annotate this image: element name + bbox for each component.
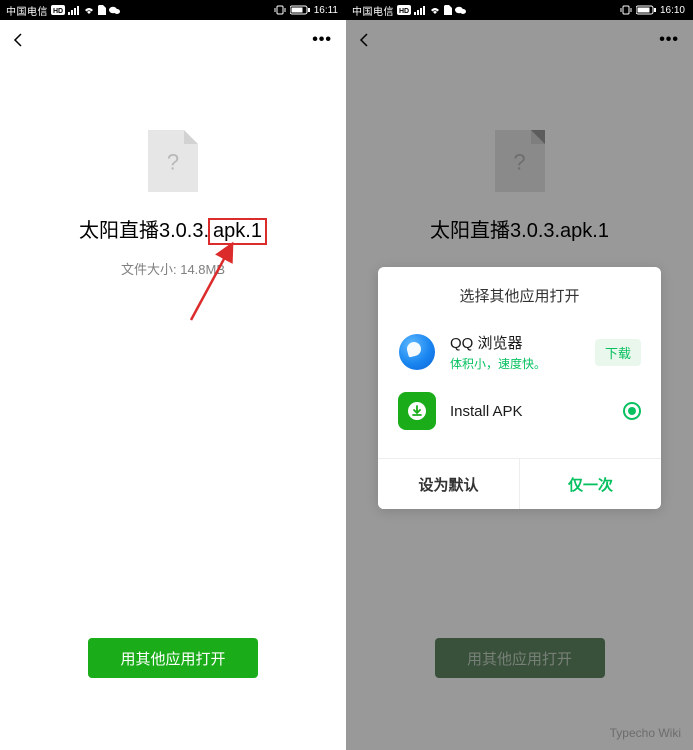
status-bar: 中国电信 HD (346, 0, 693, 20)
download-pill[interactable]: 下载 (595, 339, 641, 366)
open-with-other-app-button[interactable]: 用其他应用打开 (88, 638, 258, 678)
app-option-title: QQ 浏览器 (450, 332, 581, 353)
hd-icon: HD (397, 5, 411, 15)
wifi-icon (429, 5, 441, 15)
carrier-text: 中国电信 (352, 3, 394, 18)
signal-icon (414, 5, 426, 15)
wechat-icon (109, 6, 120, 15)
filename-highlighted-extension: apk.1 (208, 218, 267, 245)
signal-icon (68, 5, 80, 15)
right-screenshot: 中国电信 HD (346, 0, 693, 750)
app-option-title: Install APK (450, 403, 609, 420)
hd-icon: HD (51, 5, 65, 15)
wifi-icon (83, 5, 95, 15)
sheet-title: 选择其他应用打开 (378, 267, 661, 322)
status-time: 16:10 (660, 5, 685, 16)
just-once-button[interactable]: 仅一次 (520, 459, 661, 509)
battery-icon (290, 5, 310, 15)
vibrate-icon (274, 5, 286, 15)
app-option-qq-browser[interactable]: QQ 浏览器 体积小，速度快。 下载 (378, 322, 661, 382)
svg-text:HD: HD (53, 8, 63, 15)
open-with-sheet: 选择其他应用打开 QQ 浏览器 体积小，速度快。 下载 Install APK (378, 267, 661, 509)
vibrate-icon (620, 5, 632, 15)
file-info-area: ? 太阳直播3.0.3.apk.1 文件大小: 14.8MB (0, 130, 346, 278)
radio-selected-icon (623, 402, 641, 420)
qq-browser-icon (398, 333, 436, 371)
sim-icon (98, 5, 106, 15)
svg-text:HD: HD (399, 8, 409, 15)
status-time: 16:11 (314, 5, 338, 16)
unknown-file-icon: ? (148, 130, 198, 192)
carrier-text: 中国电信 (6, 3, 48, 18)
sim-icon (444, 5, 452, 15)
back-icon[interactable] (10, 32, 26, 48)
set-default-button[interactable]: 设为默认 (378, 459, 520, 509)
app-option-subtitle: 体积小，速度快。 (450, 355, 581, 372)
app-option-install-apk[interactable]: Install APK (378, 382, 661, 440)
left-screenshot: 中国电信 HD (0, 0, 346, 750)
nav-bar: ••• (0, 20, 346, 60)
filename-part1: 太阳直播3.0.3. (79, 214, 209, 243)
wechat-icon (455, 6, 466, 15)
more-icon[interactable]: ••• (312, 35, 332, 45)
battery-icon (636, 5, 656, 15)
file-name: 太阳直播3.0.3.apk.1 (79, 214, 267, 245)
file-size: 文件大小: 14.8MB (121, 259, 225, 278)
status-bar: 中国电信 HD (0, 0, 346, 20)
install-apk-icon (398, 392, 436, 430)
sheet-footer: 设为默认 仅一次 (378, 458, 661, 509)
